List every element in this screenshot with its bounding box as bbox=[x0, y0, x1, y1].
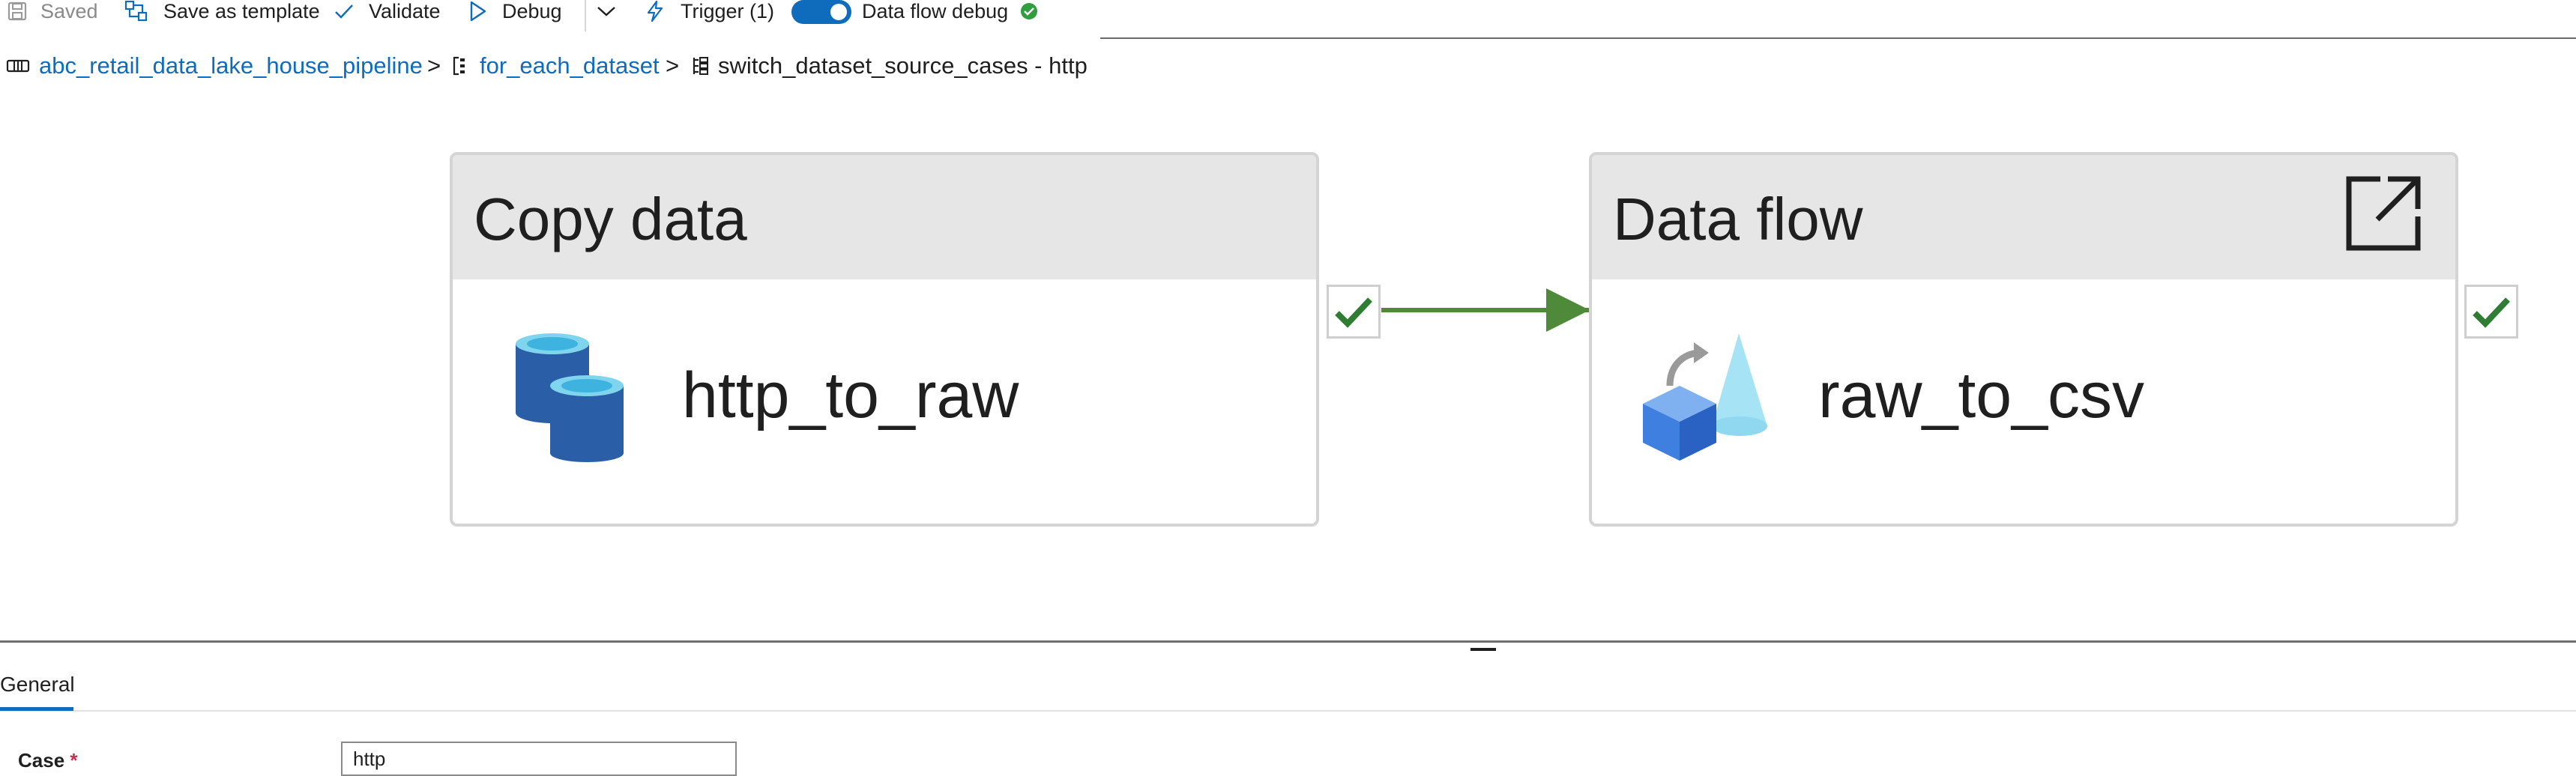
case-field-label: Case * bbox=[18, 749, 78, 772]
play-icon bbox=[470, 1, 486, 22]
panel-divider bbox=[0, 640, 2576, 643]
required-marker: * bbox=[70, 749, 78, 772]
breadcrumb-foreach-link[interactable]: for_each_dataset bbox=[480, 51, 660, 81]
success-check-icon bbox=[1335, 297, 1372, 328]
activity-type-label: Copy data bbox=[474, 186, 747, 252]
save-as-template-button[interactable]: Save as template bbox=[124, 0, 320, 22]
toolbar-separator bbox=[1100, 37, 2576, 39]
activity-status-raw-to-csv[interactable] bbox=[2464, 285, 2518, 339]
foreach-icon bbox=[451, 51, 469, 81]
activity-header: Copy data bbox=[453, 155, 1316, 279]
case-input[interactable] bbox=[341, 742, 737, 776]
checkmark-icon bbox=[335, 4, 353, 19]
trigger-button[interactable]: Trigger (1) bbox=[645, 0, 774, 22]
saved-status: Saved bbox=[7, 0, 98, 22]
activity-type-label: Data flow bbox=[1613, 186, 1863, 252]
saved-label: Saved bbox=[40, 0, 98, 22]
data-flow-activity[interactable]: Data flow raw_to_csv bbox=[1589, 152, 2458, 527]
pipeline-icon bbox=[6, 51, 30, 81]
breadcrumb-separator: > bbox=[427, 52, 441, 79]
success-status-icon bbox=[1021, 3, 1038, 19]
toolbar: Saved Save as template Validate Debug Tr… bbox=[0, 0, 2576, 33]
toolbar-divider bbox=[585, 0, 586, 31]
template-icon bbox=[124, 0, 148, 22]
breadcrumb-pipeline-link[interactable]: abc_retail_data_lake_house_pipeline bbox=[39, 51, 423, 81]
connector-arrow bbox=[1546, 288, 1590, 332]
breadcrumb-current: switch_dataset_source_cases - http bbox=[718, 52, 1088, 79]
debug-button[interactable]: Debug bbox=[469, 0, 562, 22]
properties-tabs: General bbox=[0, 650, 2576, 712]
data-flow-debug: Data flow debug bbox=[862, 0, 1038, 22]
data-flow-icon bbox=[1638, 332, 1778, 467]
activity-header: Data flow bbox=[1592, 155, 2455, 279]
chevron-down-icon bbox=[597, 7, 615, 16]
save-icon bbox=[7, 1, 27, 21]
data-flow-debug-toggle[interactable] bbox=[791, 0, 851, 24]
active-tab-indicator bbox=[0, 707, 73, 711]
debug-options-dropdown[interactable] bbox=[597, 0, 616, 22]
activity-name-label: http_to_raw bbox=[682, 360, 1019, 431]
lightning-icon bbox=[647, 0, 663, 22]
validate-button[interactable]: Validate bbox=[334, 0, 441, 22]
copy-data-activity[interactable]: Copy data http_to_raw bbox=[450, 152, 1319, 527]
copy-data-icon bbox=[511, 330, 631, 466]
open-external-icon[interactable] bbox=[2343, 173, 2424, 258]
activity-name-label: raw_to_csv bbox=[1818, 360, 2144, 431]
breadcrumb-separator: > bbox=[666, 52, 680, 79]
data-flow-debug-label: Data flow debug bbox=[862, 0, 1009, 22]
activity-status-http-to-raw[interactable] bbox=[1327, 285, 1381, 339]
tab-general[interactable]: General bbox=[0, 673, 75, 697]
success-check-icon bbox=[2473, 297, 2510, 328]
switch-icon bbox=[690, 51, 711, 81]
toggle-knob bbox=[830, 4, 847, 20]
